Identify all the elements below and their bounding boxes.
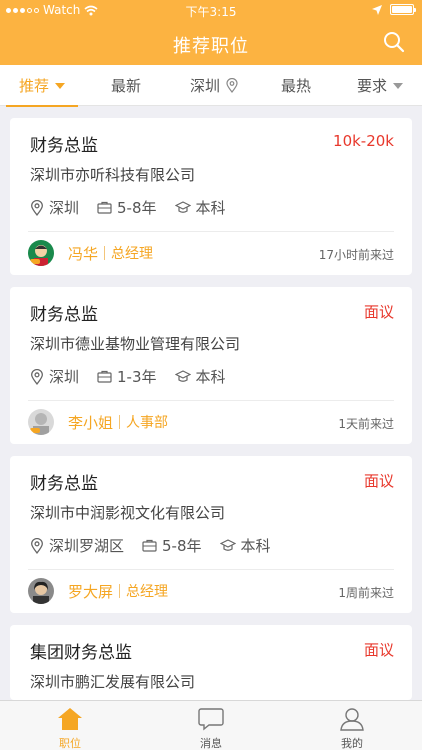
avatar <box>28 240 54 266</box>
job-title: 财务总监 <box>30 136 98 156</box>
salary: 面议 <box>363 472 394 490</box>
tab-city[interactable]: 深圳 <box>174 65 254 106</box>
tab-label: 要求 <box>356 77 387 95</box>
meta-education: 本科 <box>174 366 226 387</box>
tabbar-messages[interactable]: 消息 <box>141 701 281 750</box>
last-active: 17小时前来过 <box>318 248 394 262</box>
job-card[interactable]: 财务总监 面议 深圳市中润影视文化有限公司 深圳罗湖区 5-8年 本科 罗大屏 … <box>10 456 412 613</box>
battery-icon <box>390 4 416 15</box>
job-meta: 深圳 5-8年 本科 <box>30 197 244 218</box>
divider <box>28 569 394 570</box>
meta-location: 深圳 <box>30 366 79 387</box>
status-time: 下午3:15 <box>185 5 237 19</box>
meta-experience: 5-8年 <box>97 197 157 218</box>
education-text: 本科 <box>240 537 271 555</box>
recruiter-role: 人事部 <box>126 415 169 431</box>
tab-label: 最热 <box>280 77 311 95</box>
meta-education: 本科 <box>174 197 226 218</box>
company-name: 深圳市亦听科技有限公司 <box>30 166 196 184</box>
job-title: 集团财务总监 <box>30 643 132 663</box>
salary: 面议 <box>363 641 394 659</box>
separator <box>119 584 121 598</box>
graduation-cap-icon <box>174 370 191 382</box>
recruiter-role: 总经理 <box>111 246 154 262</box>
tabbar-label: 消息 <box>200 737 222 750</box>
active-tab-indicator <box>6 105 78 107</box>
home-icon <box>58 708 82 730</box>
search-icon[interactable] <box>382 30 406 54</box>
education-text: 本科 <box>195 199 226 217</box>
divider <box>28 400 394 401</box>
meta-location: 深圳 <box>30 197 79 218</box>
status-bar: Watch 下午3:15 <box>0 0 422 22</box>
location-pin-icon <box>31 199 43 216</box>
tab-label: 深圳 <box>189 77 220 95</box>
company-name: 深圳市中润影视文化有限公司 <box>30 504 226 522</box>
experience-text: 5-8年 <box>162 537 202 555</box>
meta-experience: 5-8年 <box>142 535 202 556</box>
last-active: 1天前来过 <box>338 417 394 431</box>
recruiter-name: 罗大屏 <box>68 582 114 601</box>
education-text: 本科 <box>195 368 226 386</box>
job-meta: 深圳 1-3年 本科 <box>30 366 244 387</box>
meta-education: 本科 <box>219 535 271 556</box>
avatar <box>28 578 54 604</box>
job-title: 财务总监 <box>30 474 98 494</box>
tabbar-label: 我的 <box>341 737 363 750</box>
job-title: 财务总监 <box>30 305 98 325</box>
tabbar-jobs[interactable]: 职位 <box>0 701 140 750</box>
last-active: 1周前来过 <box>338 586 394 600</box>
recruiter-info: 李小姐 人事部 <box>28 409 168 435</box>
location-text: 深圳罗湖区 <box>49 537 125 555</box>
tabbar-label: 职位 <box>59 737 81 750</box>
page-title: 推荐职位 <box>173 36 249 57</box>
recruiter-info: 罗大屏 总经理 <box>28 578 168 604</box>
salary: 面议 <box>363 303 394 321</box>
avatar <box>28 409 54 435</box>
tab-hot[interactable]: 最热 <box>260 65 332 106</box>
location-text: 深圳 <box>49 199 80 217</box>
chevron-down-icon <box>55 82 65 89</box>
location-text: 深圳 <box>49 368 80 386</box>
tab-latest[interactable]: 最新 <box>90 65 162 106</box>
job-card[interactable]: 财务总监 10k-20k 深圳市亦听科技有限公司 深圳 5-8年 本科 冯华 总… <box>10 118 412 275</box>
profile-icon <box>340 708 364 731</box>
company-name: 深圳市鹏汇发展有限公司 <box>30 673 196 691</box>
tab-label: 最新 <box>110 77 141 95</box>
location-arrow-icon <box>372 4 382 15</box>
recruiter-info: 冯华 总经理 <box>28 240 153 266</box>
salary: 10k-20k <box>333 132 394 150</box>
message-icon <box>198 708 224 731</box>
job-meta: 深圳罗湖区 5-8年 本科 <box>30 535 289 556</box>
company-name: 深圳市德业基物业管理有限公司 <box>30 335 241 353</box>
filter-bar: 推荐 最新 深圳 最热 要求 <box>0 65 422 107</box>
job-card[interactable]: 集团财务总监 面议 深圳市鹏汇发展有限公司 <box>10 625 412 700</box>
graduation-cap-icon <box>219 539 236 551</box>
app-header: Watch 下午3:15 推荐职位 <box>0 0 422 65</box>
separator <box>104 246 106 260</box>
tabbar-profile[interactable]: 我的 <box>282 701 422 750</box>
tab-label: 推荐 <box>18 77 49 95</box>
bottom-tab-bar: 职位 消息 我的 <box>0 700 422 750</box>
experience-text: 1-3年 <box>117 368 157 386</box>
job-card[interactable]: 财务总监 面议 深圳市德业基物业管理有限公司 深圳 1-3年 本科 李小姐 人事… <box>10 287 412 444</box>
briefcase-icon <box>142 539 157 552</box>
location-pin-icon <box>31 537 43 554</box>
experience-text: 5-8年 <box>117 199 157 217</box>
recruiter-name: 李小姐 <box>68 413 114 432</box>
meta-location: 深圳罗湖区 <box>30 535 124 556</box>
graduation-cap-icon <box>174 201 191 213</box>
location-pin-icon <box>226 78 238 93</box>
meta-experience: 1-3年 <box>97 366 157 387</box>
briefcase-icon <box>97 201 112 214</box>
recruiter-role: 总经理 <box>126 584 169 600</box>
tab-recommend[interactable]: 推荐 <box>6 65 78 107</box>
recruiter-name: 冯华 <box>68 244 99 263</box>
chevron-down-icon <box>393 82 403 89</box>
separator <box>119 415 121 429</box>
briefcase-icon <box>97 370 112 383</box>
divider <box>28 231 394 232</box>
location-pin-icon <box>31 368 43 385</box>
tab-requirements[interactable]: 要求 <box>342 65 418 106</box>
